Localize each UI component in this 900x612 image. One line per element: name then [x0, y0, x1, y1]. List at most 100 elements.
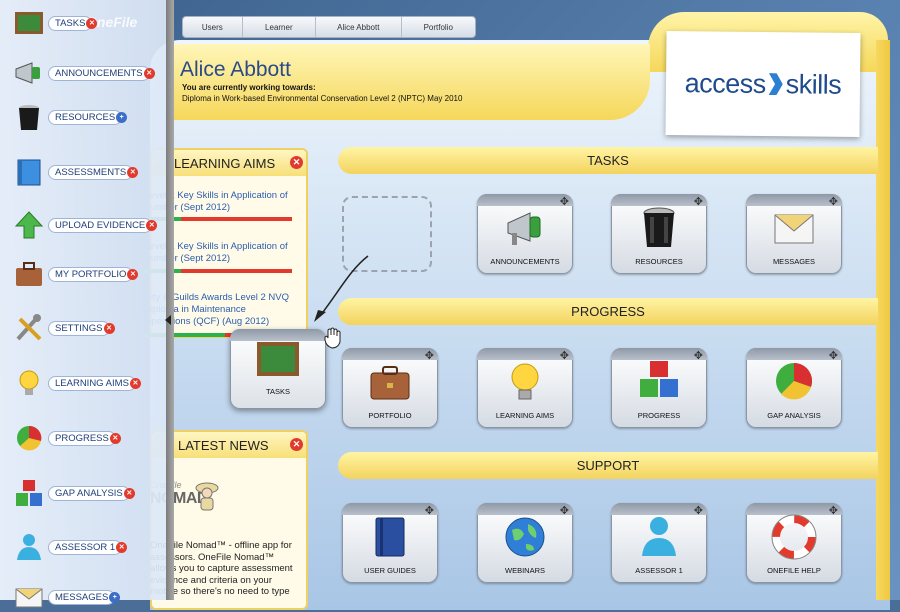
tile-label: WEBINARS — [504, 566, 545, 575]
tile-help-icon[interactable]: ? — [615, 350, 619, 359]
collapse-arrow-icon[interactable] — [164, 314, 172, 326]
section-tasks-header: TASKS — [338, 147, 878, 174]
tile-move-icon[interactable]: ✥ — [829, 349, 838, 362]
lightbulb-icon — [19, 370, 39, 395]
label-text: ASSESSOR 1 — [55, 541, 116, 553]
sidebar-item-settings[interactable]: SETTINGS ✕ — [14, 313, 115, 343]
remove-icon[interactable]: ✕ — [143, 67, 155, 79]
sidebar-drag-handle[interactable] — [166, 0, 174, 600]
remove-icon[interactable]: ✕ — [86, 17, 98, 29]
tile-move-icon[interactable]: ✥ — [694, 349, 703, 362]
book-icon — [375, 517, 405, 557]
section-support-header: SUPPORT — [338, 452, 878, 479]
sidebar-item-upload-evidence[interactable]: UPLOAD EVIDENCE ✕ — [14, 210, 158, 240]
learning-aims-close-icon[interactable]: ✕ — [290, 156, 303, 169]
tile-progress[interactable]: ? ✥ PROGRESS — [611, 348, 707, 428]
tile-move-icon[interactable]: ✥ — [560, 504, 569, 517]
tile-move-icon[interactable]: ✥ — [560, 195, 569, 208]
sidebar-item-my-portfolio[interactable]: MY PORTFOLIO ✕ — [14, 259, 139, 289]
remove-icon[interactable]: ✕ — [116, 541, 128, 553]
remove-icon[interactable]: ✕ — [146, 219, 158, 231]
breadcrumb-portfolio[interactable]: Portfolio — [402, 17, 475, 37]
tile-resources[interactable]: ? ✥ RESOURCES — [611, 194, 707, 274]
tile-portfolio[interactable]: ? ✥ PORTFOLIO — [342, 348, 438, 428]
tile-messages[interactable]: ? ✥ MESSAGES — [746, 194, 842, 274]
lifebuoy-icon — [771, 514, 817, 560]
remove-icon[interactable]: ✕ — [127, 268, 139, 280]
sidebar-item-gap-analysis[interactable]: GAP ANALYSIS ✕ — [14, 478, 135, 508]
remove-icon[interactable]: ✕ — [109, 432, 121, 444]
progress-ball-icon — [776, 362, 813, 400]
tile-move-icon[interactable]: ✥ — [560, 349, 569, 362]
sidebar-item-messages[interactable]: MESSAGES + — [14, 582, 121, 612]
tile-help-icon[interactable]: ? — [615, 196, 619, 205]
tile-help-icon[interactable]: ? — [346, 350, 350, 359]
tile-help-icon[interactable]: ? — [750, 350, 754, 359]
breadcrumb-learner-name[interactable]: Alice Abbott — [316, 17, 402, 37]
tile-help-icon[interactable]: ? — [481, 505, 485, 514]
tile-move-icon[interactable]: ✥ — [694, 195, 703, 208]
tile-move-icon[interactable]: ✥ — [829, 504, 838, 517]
tile-learning-aims[interactable]: ? ✥ LEARNING AIMS — [477, 348, 573, 428]
remove-icon[interactable]: ✕ — [129, 377, 141, 389]
label-text: ASSESSMENTS — [55, 166, 127, 178]
add-icon[interactable]: + — [109, 591, 121, 603]
remove-icon[interactable]: ✕ — [127, 166, 139, 178]
tile-help-icon[interactable]: ? — [346, 505, 350, 514]
access-skills-logo: access skills — [665, 30, 861, 138]
remove-icon[interactable]: ✕ — [123, 487, 135, 499]
lightbulb-icon — [511, 363, 539, 400]
sidebar-item-announcements[interactable]: ANNOUNCEMENTS ✕ — [14, 58, 155, 88]
tile-onefile-help[interactable]: ? ✥ ONEFILE HELP — [746, 503, 842, 583]
envelope-icon — [774, 214, 814, 244]
sidebar-item-tasks[interactable]: TASKS ✕ — [14, 8, 98, 38]
tile-help-icon[interactable]: ? — [750, 505, 754, 514]
qualification-title: Diploma in Work-based Environmental Cons… — [182, 94, 463, 103]
section-progress-header: PROGRESS — [338, 298, 878, 325]
sidebar-item-resources[interactable]: RESOURCES + — [14, 102, 128, 132]
tile-label: MESSAGES — [772, 257, 816, 266]
tile-move-icon[interactable]: ✥ — [425, 504, 434, 517]
sidebar-item-learning-aims[interactable]: LEARNING AIMS ✕ — [14, 368, 141, 398]
briefcase-icon — [16, 262, 42, 286]
tile-label: PORTFOLIO — [368, 411, 412, 420]
tile-help-icon[interactable]: ? — [750, 196, 754, 205]
tile-help-icon[interactable]: ? — [615, 505, 619, 514]
breadcrumb-users[interactable]: Users — [183, 17, 243, 37]
remove-icon[interactable]: ✕ — [103, 322, 115, 334]
sidebar-item-label: ASSESSMENTS ✕ — [48, 164, 139, 180]
tile-help-icon[interactable]: ? — [481, 350, 485, 359]
label-text: PROGRESS — [55, 432, 109, 444]
learning-aims-title: LEARNING AIMS — [152, 150, 306, 176]
add-icon[interactable]: + — [116, 111, 128, 123]
sidebar-item-label: PROGRESS ✕ — [48, 430, 121, 446]
sidebar-item-label: ASSESSOR 1 ✕ — [48, 539, 128, 555]
logo-access-text: access — [684, 67, 766, 99]
tile-announcements[interactable]: ? ✥ ANNOUNCEMENTS — [477, 194, 573, 274]
tile-help-icon[interactable]: ? — [481, 196, 485, 205]
logo-skills-text: skills — [785, 68, 842, 100]
tile-label: USER GUIDES — [364, 566, 416, 575]
sidebar-item-label: MESSAGES + — [48, 589, 121, 605]
upload-arrow-icon — [14, 211, 44, 239]
tile-gap-analysis[interactable]: ? ✥ GAP ANALYSIS — [746, 348, 842, 428]
tile-user-guides[interactable]: ? ✥ USER GUIDES — [342, 503, 438, 583]
label-text: MESSAGES — [55, 591, 109, 603]
dragging-tasks-tile[interactable]: TASKS — [230, 329, 326, 409]
tile-move-icon[interactable]: ✥ — [694, 504, 703, 517]
tile-webinars[interactable]: ? ✥ WEBINARS — [477, 503, 573, 583]
megaphone-icon — [15, 62, 40, 84]
tile-label: RESOURCES — [635, 257, 683, 266]
tile-move-icon[interactable]: ✥ — [425, 349, 434, 362]
sidebar-item-assessor-1[interactable]: ASSESSOR 1 ✕ — [14, 532, 128, 562]
breadcrumb-learner[interactable]: Learner — [243, 17, 317, 37]
sidebar-item-assessments[interactable]: ASSESSMENTS ✕ — [14, 157, 139, 187]
tile-assessor-1[interactable]: ? ✥ ASSESSOR 1 — [611, 503, 707, 583]
latest-news-close-icon[interactable]: ✕ — [290, 438, 303, 451]
logo-chevron-icon — [769, 73, 783, 95]
label-text: RESOURCES — [55, 111, 116, 123]
label-text: LEARNING AIMS — [55, 377, 129, 389]
tile-move-icon[interactable]: ✥ — [829, 195, 838, 208]
tile-label: TASKS — [265, 387, 291, 396]
sidebar-item-progress[interactable]: PROGRESS ✕ — [14, 423, 121, 453]
